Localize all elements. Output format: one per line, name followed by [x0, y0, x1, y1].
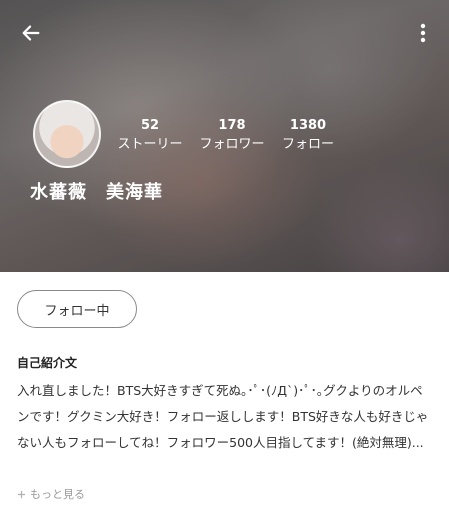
bio-text: 入れ直しました！BTS大好きすぎて死ぬ｡･ﾟ･(ﾉД`)･ﾟ･｡グクよりのオルペ…: [17, 383, 429, 450]
more-vert-icon: [420, 23, 426, 43]
show-more-label: もっと見る: [30, 488, 85, 501]
plus-icon: [17, 490, 26, 498]
back-button[interactable]: [12, 14, 50, 52]
stat-followers-label: フォロワー: [199, 137, 265, 152]
bio-title: 自己紹介文: [17, 356, 78, 370]
stat-following-count: 1380: [289, 118, 327, 133]
profile-header: 52 ストーリー 178 フォロワー 1380 フォロー 水蕃薇 美海華: [0, 0, 449, 272]
stat-followers[interactable]: 178 フォロワー: [192, 118, 272, 154]
stat-stories-count: 52: [140, 118, 160, 133]
show-more-link[interactable]: もっと見る: [17, 486, 85, 502]
profile-name: 水蕃薇 美海華: [30, 182, 163, 203]
more-options-button[interactable]: [408, 16, 438, 50]
stat-stories[interactable]: 52 ストーリー: [110, 118, 190, 154]
back-arrow-icon: [22, 25, 40, 41]
stat-followers-count: 178: [218, 118, 246, 133]
stat-following[interactable]: 1380 フォロー: [268, 118, 348, 154]
stat-following-label: フォロー: [281, 137, 334, 152]
following-button[interactable]: フォロー中: [17, 290, 137, 328]
stat-stories-label: ストーリー: [117, 137, 183, 152]
avatar[interactable]: [33, 100, 101, 168]
